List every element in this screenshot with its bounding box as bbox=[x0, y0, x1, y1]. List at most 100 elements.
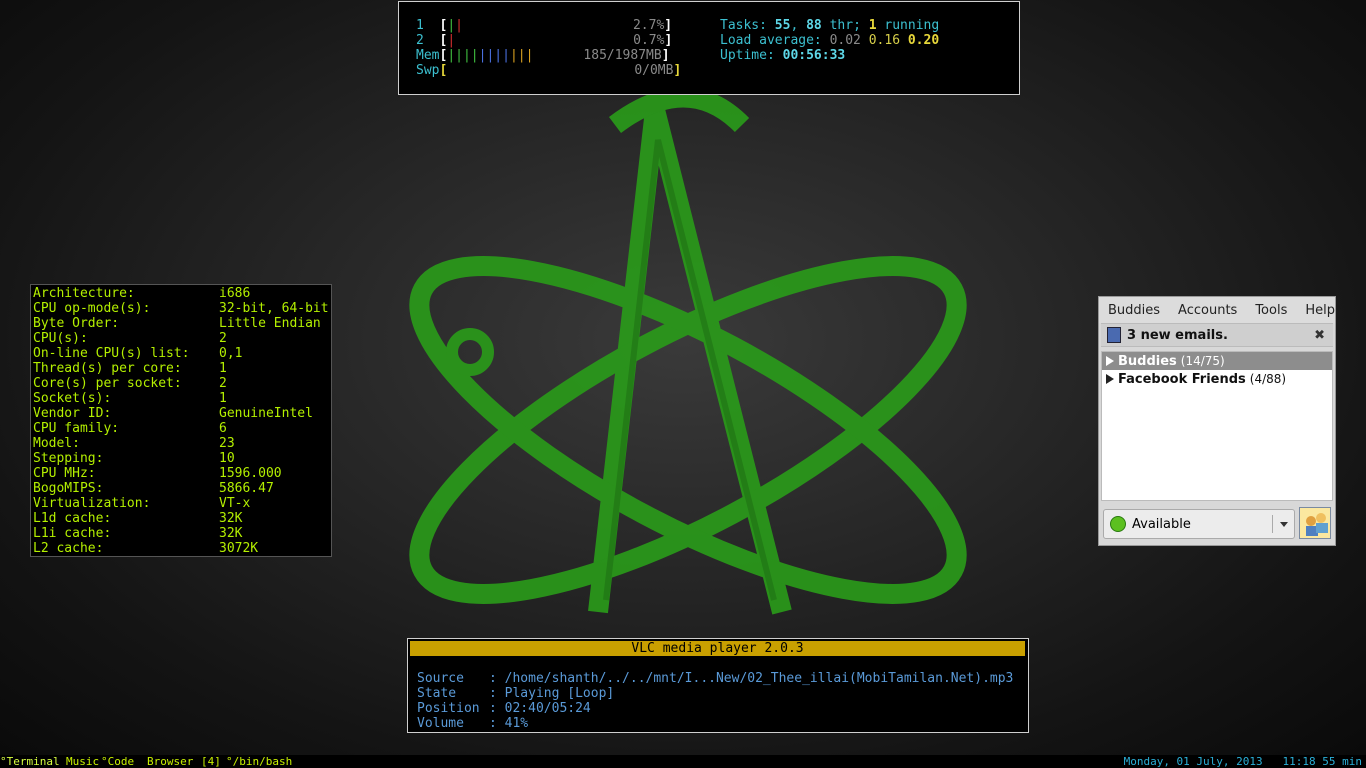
lscpu-key: On-line CPU(s) list: bbox=[33, 346, 190, 361]
chevron-down-icon bbox=[1280, 521, 1288, 527]
workspace-music[interactable]: Music bbox=[66, 755, 99, 768]
active-window-title[interactable]: °/bin/bash bbox=[226, 755, 292, 768]
email-notification[interactable]: 3 new emails. ✖ bbox=[1101, 323, 1333, 347]
available-status-icon bbox=[1110, 516, 1126, 532]
lscpu-key: BogoMIPS: bbox=[33, 481, 104, 496]
menu-buddies[interactable]: Buddies bbox=[1099, 303, 1169, 318]
notification-text: 3 new emails. bbox=[1127, 327, 1228, 343]
group-count: (14/75) bbox=[1180, 354, 1225, 368]
lscpu-key: CPU(s): bbox=[33, 331, 88, 346]
source-row: Source: /home/shanth/../../mnt/I...New/0… bbox=[417, 671, 1014, 686]
lscpu-key: CPU family: bbox=[33, 421, 120, 436]
status-selector[interactable]: Available bbox=[1103, 509, 1295, 539]
tasks-summary: Tasks: 55, 88 thr; 1 running bbox=[720, 18, 940, 33]
lscpu-value: 32K bbox=[219, 526, 243, 541]
lscpu-row: Vendor ID: GenuineIntel bbox=[33, 406, 313, 421]
vlc-title: VLC media player 2.0.3 bbox=[410, 641, 1025, 656]
lscpu-key: Socket(s): bbox=[33, 391, 112, 406]
uptime: Uptime: 00:56:33 bbox=[720, 48, 846, 63]
lscpu-row: Virtualization: VT-x bbox=[33, 496, 250, 511]
workspace-browser[interactable]: Browser bbox=[147, 755, 193, 768]
lscpu-value: i686 bbox=[219, 286, 251, 301]
lscpu-value: 10 bbox=[219, 451, 235, 466]
position-row: Position: 02:40/05:24 bbox=[417, 701, 591, 716]
lscpu-row: Stepping: 10 bbox=[33, 451, 235, 466]
volume-row: Volume: 41% bbox=[417, 716, 529, 731]
menu-bar: Buddies Accounts Tools Help bbox=[1099, 297, 1335, 323]
lscpu-row: On-line CPU(s) list: 0,1 bbox=[33, 346, 242, 361]
expand-arrow-icon[interactable] bbox=[1106, 374, 1114, 384]
lscpu-value: 32K bbox=[219, 511, 243, 526]
status-label: Available bbox=[1132, 516, 1191, 532]
lscpu-value: 2 bbox=[219, 331, 227, 346]
group-count: (4/88) bbox=[1249, 372, 1287, 386]
cpu2-meter: 2 [| 0.7%] bbox=[416, 33, 673, 48]
buddy-list: Buddies (14/75) Facebook Friends (4/88) bbox=[1101, 351, 1333, 501]
lscpu-value: 0,1 bbox=[219, 346, 243, 361]
clock: Monday, 01 July, 2013 11:18 55 min bbox=[1123, 755, 1362, 768]
lscpu-row: Architecture: i686 bbox=[33, 286, 250, 301]
lscpu-key: Stepping: bbox=[33, 451, 104, 466]
menu-tools[interactable]: Tools bbox=[1246, 303, 1296, 318]
lscpu-key: Byte Order: bbox=[33, 316, 120, 331]
window-count: [4] bbox=[201, 755, 221, 768]
load-average: Load average: 0.02 0.16 0.20 bbox=[720, 33, 940, 48]
lscpu-row: CPU MHz: 1596.000 bbox=[33, 466, 282, 481]
lscpu-value: 5866.47 bbox=[219, 481, 274, 496]
buddy-icon[interactable] bbox=[1299, 507, 1331, 539]
group-buddies[interactable]: Buddies (14/75) bbox=[1102, 352, 1332, 370]
lscpu-key: CPU op-mode(s): bbox=[33, 301, 151, 316]
lscpu-row: L2 cache: 3072K bbox=[33, 541, 258, 556]
lscpu-row: L1i cache: 32K bbox=[33, 526, 242, 541]
menu-accounts[interactable]: Accounts bbox=[1169, 303, 1246, 318]
pidgin-buddy-list[interactable]: Buddies Accounts Tools Help 3 new emails… bbox=[1098, 296, 1336, 546]
lscpu-key: Core(s) per socket: bbox=[33, 376, 182, 391]
lscpu-key: L2 cache: bbox=[33, 541, 104, 556]
lscpu-value: 2 bbox=[219, 376, 227, 391]
workspace-terminal[interactable]: °Terminal bbox=[0, 755, 60, 768]
lscpu-row: Thread(s) per core: 1 bbox=[33, 361, 227, 376]
lscpu-key: Virtualization: bbox=[33, 496, 151, 511]
group-facebook-friends[interactable]: Facebook Friends (4/88) bbox=[1102, 370, 1332, 388]
cpu1-meter: 1 [|| 2.7%] bbox=[416, 18, 673, 33]
group-name: Buddies bbox=[1118, 353, 1177, 369]
lscpu-value: VT-x bbox=[219, 496, 251, 511]
lscpu-key: Model: bbox=[33, 436, 80, 451]
close-icon[interactable]: ✖ bbox=[1314, 328, 1325, 343]
menu-help[interactable]: Help bbox=[1296, 303, 1344, 318]
lscpu-value: 1596.000 bbox=[219, 466, 282, 481]
lscpu-value: GenuineIntel bbox=[219, 406, 313, 421]
lscpu-value: 1 bbox=[219, 391, 227, 406]
lscpu-value: 1 bbox=[219, 361, 227, 376]
lscpu-key: L1i cache: bbox=[33, 526, 112, 541]
lscpu-row: BogoMIPS: 5866.47 bbox=[33, 481, 274, 496]
lscpu-row: CPU op-mode(s): 32-bit, 64-bit bbox=[33, 301, 329, 316]
lscpu-row: Socket(s): 1 bbox=[33, 391, 227, 406]
lscpu-key: Architecture: bbox=[33, 286, 135, 301]
mail-icon bbox=[1107, 327, 1121, 343]
lscpu-row: CPU family: 6 bbox=[33, 421, 227, 436]
lscpu-key: Vendor ID: bbox=[33, 406, 112, 421]
lscpu-key: Thread(s) per core: bbox=[33, 361, 182, 376]
lscpu-row: L1d cache: 32K bbox=[33, 511, 242, 526]
lscpu-value: 32-bit, 64-bit bbox=[219, 301, 329, 316]
memory-meter: Mem[||||||||||| 185/1987MB] bbox=[416, 48, 670, 63]
vlc-ncurses-window[interactable]: VLC media player 2.0.3 Source: /home/sha… bbox=[407, 638, 1029, 733]
lscpu-key: CPU MHz: bbox=[33, 466, 96, 481]
state-row: State: Playing [Loop] bbox=[417, 686, 615, 701]
lscpu-key: L1d cache: bbox=[33, 511, 112, 526]
lscpu-row: Model: 23 bbox=[33, 436, 235, 451]
lscpu-row: Byte Order: Little Endian bbox=[33, 316, 321, 331]
htop-window[interactable]: 1 [|| 2.7%] 2 [| 0.7%] Mem[||||||||||| 185/… bbox=[398, 1, 1020, 95]
workspace-code[interactable]: °Code bbox=[101, 755, 134, 768]
lscpu-value: 6 bbox=[219, 421, 227, 436]
lscpu-row: CPU(s): 2 bbox=[33, 331, 227, 346]
lscpu-value: 3072K bbox=[219, 541, 259, 556]
lscpu-output[interactable]: Architecture: i686 CPU op-mode(s): 32-bit, … bbox=[30, 284, 332, 557]
lscpu-row: Core(s) per socket: 2 bbox=[33, 376, 227, 391]
group-name: Facebook Friends bbox=[1118, 371, 1246, 387]
expand-arrow-icon[interactable] bbox=[1106, 356, 1114, 366]
swap-meter: Swp[0/0MB] bbox=[416, 63, 682, 78]
status-bar: °Terminal Music °Code Browser [4] °/bin/… bbox=[0, 755, 1366, 768]
lscpu-value: 23 bbox=[219, 436, 235, 451]
